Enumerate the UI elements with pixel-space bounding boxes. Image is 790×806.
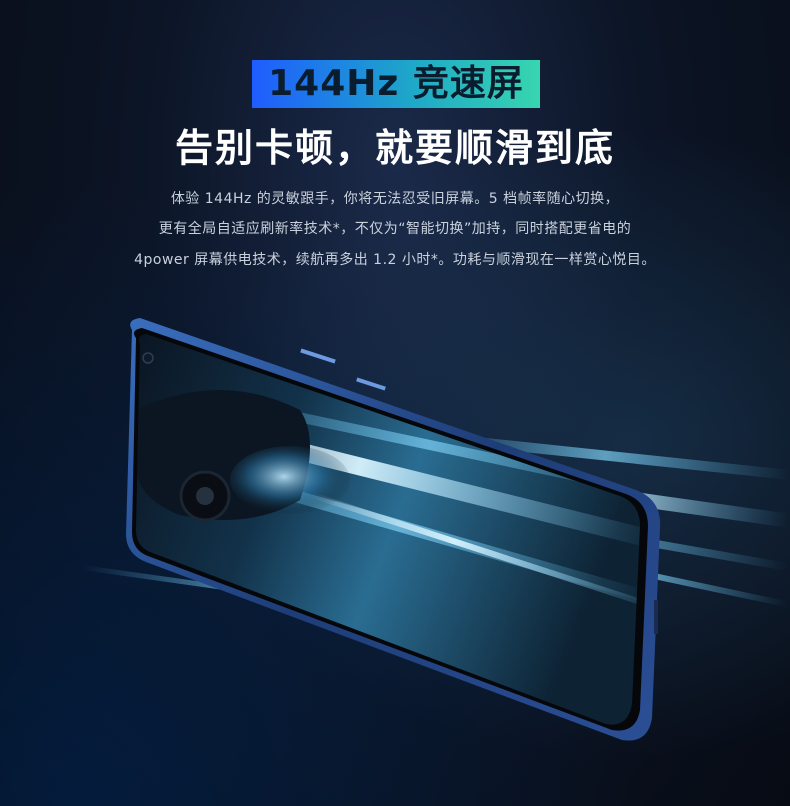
phone-illustration bbox=[81, 318, 790, 741]
volume-button bbox=[300, 348, 336, 364]
side-port bbox=[654, 600, 658, 634]
description-line-2: 更有全局自适应刷新率技术*，不仅为“智能切换”加持，同时搭配更省电的 bbox=[158, 221, 632, 237]
front-camera bbox=[142, 352, 154, 364]
description-line-3: 4power 屏幕供电技术，续航再多出 1.2 小时*。功耗与顺滑现在一样赏心悦… bbox=[134, 252, 656, 268]
description-line-1: 体验 144Hz 的灵敏跟手，你将无法忍受旧屏幕。5 档帧率随心切换， bbox=[170, 191, 620, 207]
headline: 告别卡顿，就要顺滑到底 bbox=[174, 126, 615, 170]
badge-title: 144Hz 竞速屏 bbox=[268, 63, 524, 104]
car-headlight-glow bbox=[230, 446, 350, 514]
power-button bbox=[356, 377, 386, 391]
